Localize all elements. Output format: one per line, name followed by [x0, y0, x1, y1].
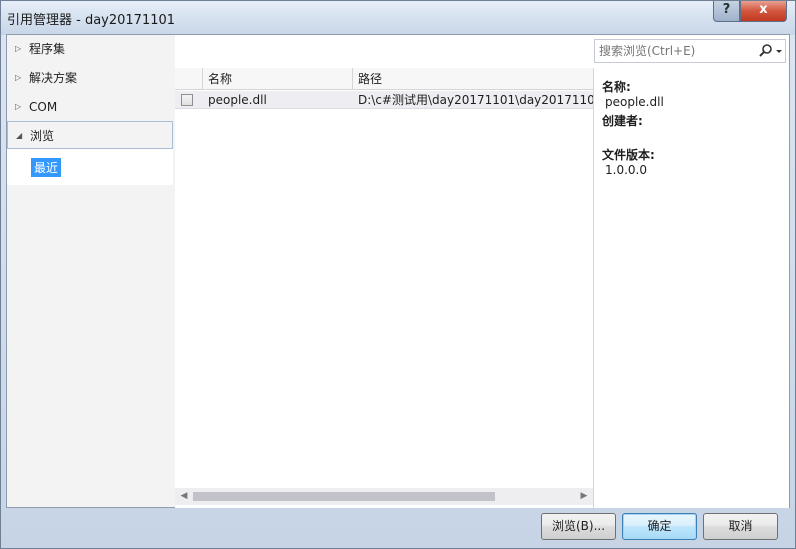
expand-arrow-icon: ▷	[15, 44, 22, 53]
ok-button[interactable]: 确定	[622, 513, 697, 540]
detail-name-label: 名称:	[602, 80, 631, 94]
detail-name-value: people.dll	[605, 95, 664, 109]
column-header-name[interactable]: 名称	[202, 68, 352, 90]
close-button[interactable]: x	[740, 1, 787, 22]
category-nav: ▷ 程序集 ▷ 解决方案 ▷ COM ◢ 浏览 最近	[7, 35, 175, 507]
nav-subitem-recent[interactable]: 最近	[7, 149, 173, 185]
table-row[interactable]: people.dll D:\c#测试用\day20171101\day20171…	[175, 91, 593, 109]
search-input[interactable]	[595, 40, 755, 62]
expand-arrow-icon: ▷	[15, 73, 22, 82]
browse-button[interactable]: 浏览(B)...	[541, 513, 616, 540]
reference-manager-window: 引用管理器 - day20171101 ? x ▷ 程序集 ▷ 解决方案 ▷ C…	[0, 0, 796, 549]
list-header: 名称 路径	[175, 68, 593, 90]
search-box	[594, 39, 786, 63]
window-title: 引用管理器 - day20171101	[7, 13, 176, 28]
detail-version-label: 文件版本:	[602, 148, 655, 162]
detail-creator-label: 创建者:	[602, 114, 643, 128]
dialog-content: ▷ 程序集 ▷ 解决方案 ▷ COM ◢ 浏览 最近 搜索浏览(Ctrl+E) …	[6, 34, 790, 508]
scroll-right-icon[interactable]: ▶	[577, 488, 591, 505]
expand-arrow-icon: ▷	[15, 102, 22, 111]
row-name: people.dll	[208, 93, 267, 107]
scroll-left-icon[interactable]: ◀	[177, 488, 191, 505]
help-button[interactable]: ?	[713, 1, 740, 22]
scrollbar-thumb[interactable]	[193, 492, 495, 501]
nav-subitem-label: 最近	[31, 158, 62, 177]
nav-item-solution[interactable]: ▷ 解决方案	[7, 64, 173, 92]
column-header-path[interactable]: 路径	[352, 68, 593, 90]
nav-item-browse[interactable]: ◢ 浏览	[7, 121, 173, 149]
nav-item-label: 程序集	[29, 42, 66, 56]
horizontal-scrollbar[interactable]: ◀ ▶	[175, 488, 593, 505]
reference-list: 名称 路径 people.dll D:\c#测试用\day20171101\da…	[175, 68, 593, 508]
nav-item-label: COM	[29, 100, 58, 114]
cancel-button[interactable]: 取消	[703, 513, 778, 540]
search-icon[interactable]	[757, 43, 783, 59]
row-path: D:\c#测试用\day20171101\day20171101\	[358, 93, 593, 107]
collapse-arrow-icon: ◢	[16, 131, 23, 140]
nav-item-com[interactable]: ▷ COM	[7, 93, 173, 121]
nav-item-label: 解决方案	[29, 71, 78, 85]
details-pane: 名称: people.dll 创建者: 文件版本: 1.0.0.0	[593, 68, 789, 508]
row-checkbox[interactable]	[181, 94, 193, 106]
nav-item-assemblies[interactable]: ▷ 程序集	[7, 35, 173, 63]
title-bar: 引用管理器 - day20171101 ? x	[1, 1, 795, 35]
detail-version-value: 1.0.0.0	[605, 163, 647, 177]
nav-item-label: 浏览	[30, 129, 55, 143]
